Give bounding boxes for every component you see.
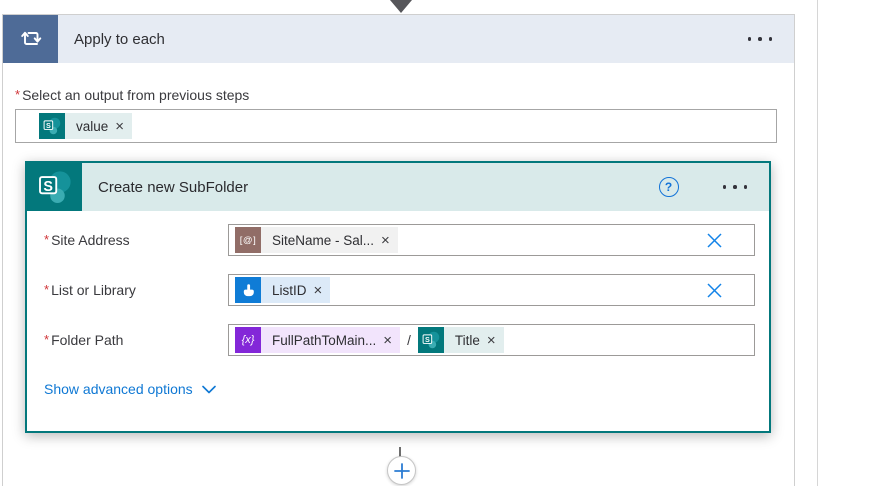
sharepoint-icon: S (417, 327, 444, 353)
output-input[interactable]: S value × (15, 109, 777, 143)
flow-canvas: Apply to each * Select an output from pre… (0, 0, 895, 486)
token-label: FullPathToMain... (272, 332, 377, 348)
action-menu-button[interactable] (701, 163, 770, 211)
field-row-site-address: * Site Address [@] SiteName - Sal... × (44, 224, 769, 256)
connector-arrow-down-icon (390, 0, 412, 13)
token-label: value (76, 118, 109, 134)
output-field-label: * Select an output from previous steps (15, 87, 250, 103)
action-parameters: * Site Address [@] SiteName - Sal... × *… (27, 211, 769, 399)
listid-token[interactable]: ListID × (235, 277, 331, 303)
plus-icon (393, 462, 410, 479)
create-subfolder-card: S Create new SubFolder ? * Site Address [… (25, 161, 771, 433)
folder-path-label: * Folder Path (44, 332, 124, 348)
list-or-library-input[interactable]: ListID × (228, 274, 755, 306)
value-token[interactable]: S value × (39, 113, 133, 139)
apply-to-each-body: * Select an output from previous steps S … (3, 63, 794, 143)
field-row-list-or-library: * List or Library ListID × (44, 274, 769, 306)
field-row-folder-path: *Folder Path {x} FullPathToMain... × / (44, 324, 769, 356)
apply-to-each-menu-button[interactable] (726, 15, 795, 63)
canvas-right-divider (817, 0, 818, 486)
token-label: ListID (272, 282, 307, 298)
svg-text:S: S (43, 179, 53, 195)
folder-path-input[interactable]: {x} FullPathToMain... × / S Title × (228, 324, 755, 356)
manual-trigger-icon (235, 277, 261, 303)
svg-text:S: S (425, 335, 430, 344)
variable-icon: {x} (235, 327, 261, 353)
site-address-label: * Site Address (44, 232, 130, 248)
chevron-down-icon (201, 385, 216, 393)
sitename-token[interactable]: [@] SiteName - Sal... × (235, 227, 398, 253)
apply-to-each-header[interactable]: Apply to each (3, 15, 794, 63)
svg-text:S: S (46, 121, 51, 130)
required-asterisk: * (15, 87, 21, 102)
remove-token-icon[interactable]: × (314, 283, 323, 298)
token-label: Title (454, 332, 480, 348)
title-token[interactable]: S Title × (417, 327, 504, 353)
insert-step-button[interactable] (387, 456, 416, 485)
list-or-library-label: * List or Library (44, 282, 136, 298)
sharepoint-action-icon: S (27, 163, 82, 211)
required-asterisk: * (44, 232, 50, 247)
apply-to-each-title: Apply to each (74, 30, 165, 48)
token-label: SiteName - Sal... (272, 232, 375, 248)
create-subfolder-header[interactable]: S Create new SubFolder ? (27, 163, 769, 211)
clear-input-icon[interactable] (705, 231, 724, 250)
apply-to-each-icon (3, 15, 58, 63)
required-asterisk: * (44, 332, 50, 347)
action-title: Create new SubFolder (98, 178, 249, 196)
fullpath-variable-token[interactable]: {x} FullPathToMain... × (235, 327, 401, 353)
path-separator: / (407, 332, 411, 348)
remove-token-icon[interactable]: × (381, 233, 390, 248)
parameter-icon: [@] (235, 227, 261, 253)
clear-input-icon[interactable] (705, 281, 724, 300)
ellipsis-icon (722, 185, 726, 189)
remove-token-icon[interactable]: × (383, 333, 392, 348)
show-advanced-options-link[interactable]: Show advanced options (44, 381, 216, 397)
remove-token-icon[interactable]: × (487, 333, 496, 348)
required-asterisk: * (44, 282, 50, 297)
help-icon: ? (664, 180, 673, 194)
sharepoint-icon: S (39, 113, 65, 139)
ellipsis-icon (747, 37, 751, 41)
sharepoint-icon: S (38, 171, 71, 203)
remove-token-icon[interactable]: × (115, 119, 124, 134)
loop-icon (20, 31, 41, 45)
help-button[interactable]: ? (658, 177, 679, 197)
site-address-input[interactable]: [@] SiteName - Sal... × (228, 224, 755, 256)
